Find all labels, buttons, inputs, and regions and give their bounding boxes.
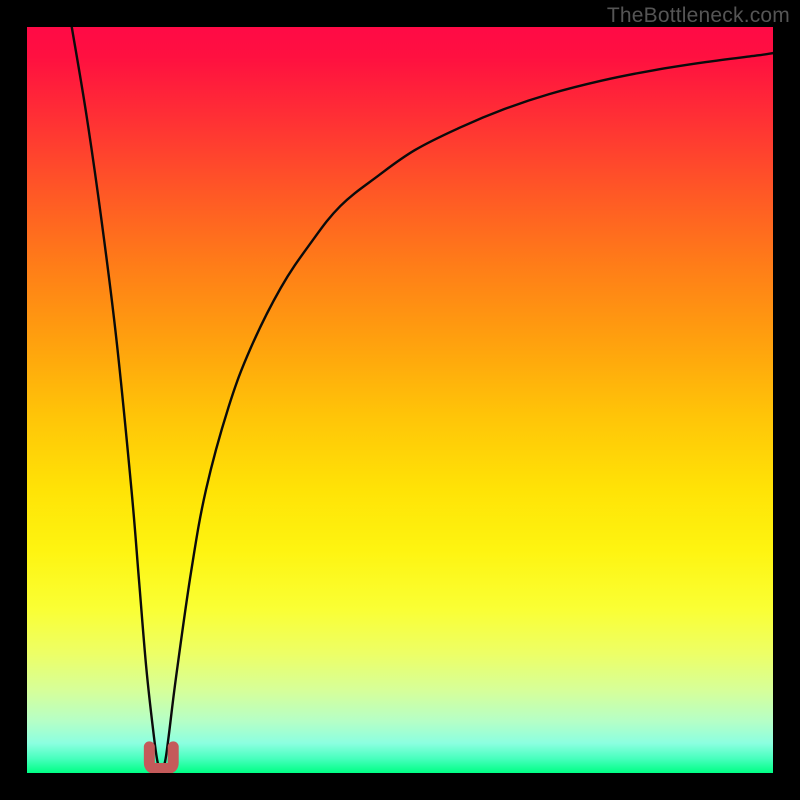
bottleneck-curve — [72, 27, 773, 769]
curve-layer — [27, 27, 773, 773]
chart-frame: TheBottleneck.com — [0, 0, 800, 800]
watermark-text: TheBottleneck.com — [607, 4, 790, 28]
plot-area — [27, 27, 773, 773]
dip-marker — [149, 747, 173, 769]
